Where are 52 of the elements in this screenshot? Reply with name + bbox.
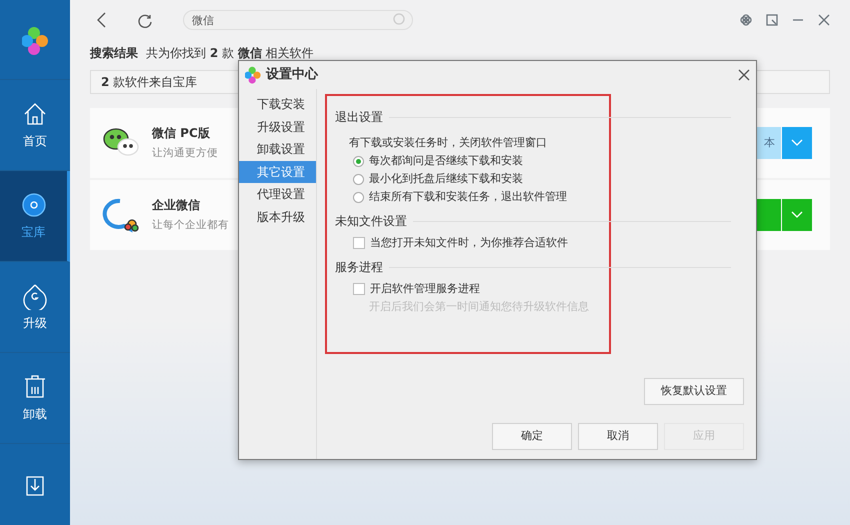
window-icon xyxy=(766,14,778,26)
section-heading: 未知文件设置 xyxy=(335,213,407,230)
app-name: 企业微信 xyxy=(152,197,201,214)
restore-defaults-button[interactable]: 恢复默认设置 xyxy=(644,378,744,405)
checkbox-label: 开启软件管理服务进程 xyxy=(370,280,480,297)
close-button[interactable] xyxy=(818,14,830,26)
settings-tab[interactable]: 下载安装 xyxy=(239,93,316,116)
dialog-button[interactable]: 确定 xyxy=(492,423,572,450)
app-name: 微信 PC版 xyxy=(152,125,211,142)
checkbox[interactable] xyxy=(353,237,365,249)
back-icon xyxy=(95,11,107,30)
results-summary: 共为你找到 2 款 微信 相关软件 xyxy=(146,45,314,62)
search-field[interactable]: 微信 xyxy=(183,10,413,30)
radio-label: 每次都询问是否继续下载和安装 xyxy=(369,152,523,169)
chat-bubble-icon xyxy=(102,197,140,233)
caret-icon xyxy=(791,139,803,147)
radio-label: 结束所有下载和安装任务，退出软件管理 xyxy=(369,188,567,205)
settings-tab[interactable]: 代理设置 xyxy=(239,183,316,206)
close-icon xyxy=(738,68,750,81)
mini-mode-button[interactable] xyxy=(766,14,778,26)
dropdown-button[interactable] xyxy=(782,127,812,159)
checkbox[interactable] xyxy=(353,283,365,295)
refresh-icon xyxy=(137,12,153,29)
section-heading: 服务进程 xyxy=(335,259,383,276)
clover-icon xyxy=(740,14,752,26)
search-icon xyxy=(393,13,405,25)
app-description: 让沟通更方便 xyxy=(152,146,218,162)
radio-button[interactable] xyxy=(353,156,364,166)
settings-tab[interactable]: 升级设置 xyxy=(239,116,316,138)
sidebar-item[interactable]: 宝库 xyxy=(0,171,70,262)
minimize-icon xyxy=(792,19,804,21)
upgrade-icon xyxy=(21,282,49,310)
settings-tab[interactable]: 版本升级 xyxy=(239,206,316,228)
settings-tab[interactable]: 卸载设置 xyxy=(239,138,316,160)
disc-icon xyxy=(20,191,48,219)
dialog-title: 设置中心 xyxy=(266,66,318,84)
radio-button[interactable] xyxy=(353,174,364,184)
section-heading: 退出设置 xyxy=(335,109,383,126)
close-icon xyxy=(818,14,830,26)
skin-button[interactable] xyxy=(740,14,752,26)
source-text: 2 款软件来自宝库 xyxy=(101,74,198,91)
dropdown-button[interactable] xyxy=(782,199,812,231)
caret-icon xyxy=(791,211,803,219)
app-description: 让每个企业都有 xyxy=(152,218,229,234)
back-button[interactable] xyxy=(95,10,107,30)
checkbox-label: 当您打开未知文件时，为你推荐合适软件 xyxy=(370,234,568,251)
radio-button[interactable] xyxy=(353,192,364,202)
logo-icon xyxy=(245,65,262,85)
dialog-button[interactable]: 取消 xyxy=(578,423,658,450)
results-heading: 搜索结果 xyxy=(90,45,138,62)
option-note: 有下载或安装任务时，关闭软件管理窗口 xyxy=(349,134,547,151)
radio-label: 最小化到托盘后继续下载和安装 xyxy=(369,170,523,187)
